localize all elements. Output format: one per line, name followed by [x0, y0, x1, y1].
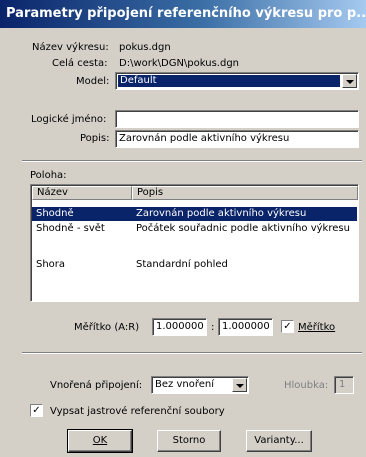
- separator: [22, 160, 362, 162]
- list-item[interactable]: Shodně Zarovnán podle aktivního výkresu: [32, 207, 357, 221]
- full-path-label: Celá cesta:: [52, 58, 108, 69]
- model-label: Model:: [76, 76, 110, 87]
- orientation-label: Poloha:: [30, 170, 67, 181]
- column-header-name[interactable]: Název: [32, 186, 132, 200]
- model-select-value: Default: [118, 75, 340, 87]
- scale-label: Měřítko (A:R): [74, 322, 140, 333]
- drawing-name-label: Název výkresu:: [32, 42, 109, 53]
- title-bar: Parametry připojení referenčního výkresu…: [0, 0, 366, 28]
- list-item[interactable]: Shora Standardní pohled: [32, 258, 357, 272]
- logical-name-label: Logické jméno:: [31, 114, 107, 125]
- list-item[interactable]: Shodně - svět Počátek souřadnic podle ak…: [32, 222, 357, 236]
- depth-label: Hloubka:: [284, 380, 329, 391]
- description-label: Popis:: [80, 133, 110, 144]
- full-path-value: D:\work\DGN\pokus.dgn: [119, 58, 240, 69]
- options-button[interactable]: Varianty...: [246, 430, 312, 452]
- scale-separator: :: [211, 322, 215, 333]
- ok-button[interactable]: OK: [67, 429, 133, 453]
- drawing-name-value: pokus.dgn: [119, 42, 171, 53]
- scale-master-input[interactable]: 1.000000: [152, 318, 207, 336]
- window-title: Parametry připojení referenčního výkresu…: [6, 6, 366, 21]
- raster-label: Vypsat jastrové referenční soubory: [50, 406, 225, 417]
- separator: [22, 352, 362, 354]
- scale-line-label: Měřítko: [298, 322, 336, 333]
- scale-line-checkbox[interactable]: ✓: [281, 320, 294, 333]
- depth-input[interactable]: 1: [334, 376, 354, 394]
- column-header-description[interactable]: Popis: [132, 186, 358, 200]
- orientation-list[interactable]: Název Popis Shodně Zarovnán podle aktivn…: [30, 184, 359, 302]
- scale-reference-input[interactable]: 1.000000: [218, 318, 273, 336]
- description-input[interactable]: Zarovnán podle aktivního výkresu: [115, 130, 359, 148]
- model-select[interactable]: Default: [115, 72, 359, 90]
- description-value: Zarovnán podle aktivního výkresu: [119, 133, 290, 144]
- chevron-down-icon[interactable]: [232, 378, 247, 392]
- nesting-select[interactable]: Bez vnoření: [151, 376, 249, 394]
- raster-checkbox[interactable]: ✓: [30, 404, 43, 417]
- cancel-button[interactable]: Storno: [157, 430, 221, 452]
- logical-name-input[interactable]: [115, 110, 359, 128]
- nesting-select-value: Bez vnoření: [155, 379, 214, 390]
- chevron-down-icon[interactable]: [342, 74, 357, 88]
- nesting-label: Vnořená připojení:: [50, 380, 143, 391]
